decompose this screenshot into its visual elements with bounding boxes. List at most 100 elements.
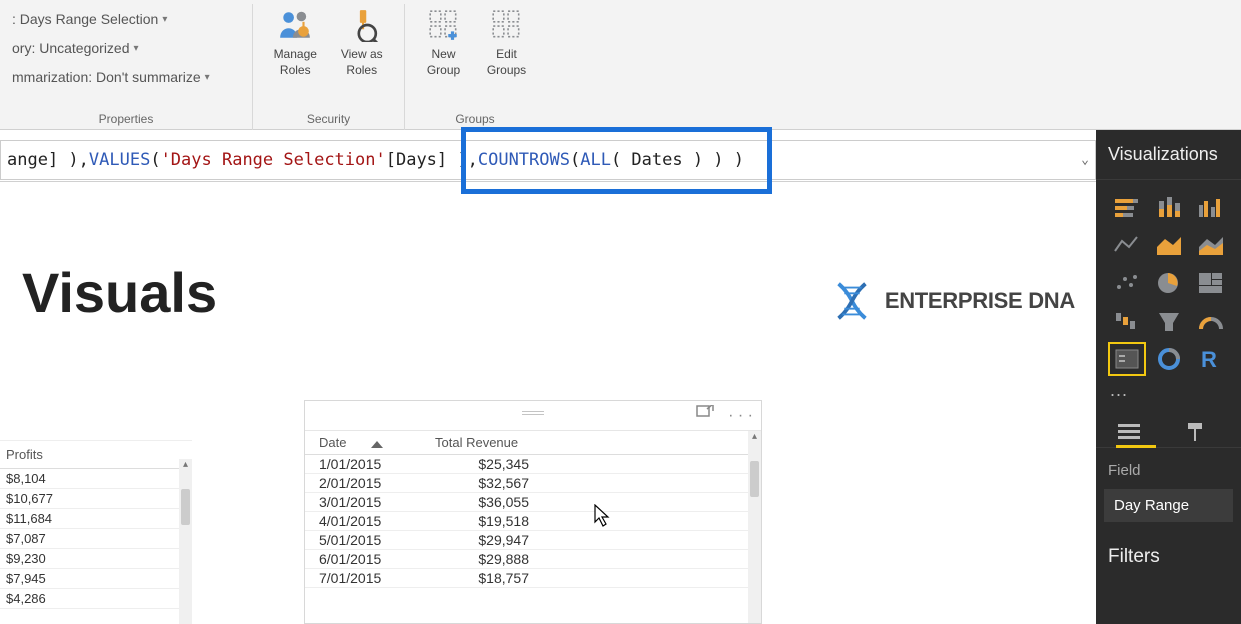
revenue-table-visual[interactable]: · · · Date Total Revenue 1/01/2015$25,34… bbox=[304, 400, 762, 624]
visualization-type-grid: R bbox=[1096, 180, 1241, 380]
profits-scrollbar[interactable]: ▴ bbox=[179, 459, 192, 624]
format-tab[interactable] bbox=[1182, 421, 1208, 443]
page-title: Visuals bbox=[22, 260, 217, 325]
list-item[interactable]: $7,945 bbox=[0, 569, 192, 589]
formula-text: ange] ), bbox=[7, 150, 89, 170]
date-cell: 1/01/2015 bbox=[305, 456, 435, 472]
chevron-down-icon bbox=[201, 62, 210, 91]
edit-groups-icon bbox=[490, 8, 524, 42]
table-row[interactable]: 3/01/2015$36,055 bbox=[305, 493, 761, 512]
list-item[interactable]: $9,230 bbox=[0, 549, 192, 569]
view-as-roles-label: View as Roles bbox=[341, 46, 383, 78]
revenue-cell: $18,757 bbox=[435, 570, 595, 586]
date-cell: 5/01/2015 bbox=[305, 532, 435, 548]
donut-chart-icon[interactable] bbox=[1152, 344, 1186, 374]
list-item[interactable]: $10,677 bbox=[0, 489, 192, 509]
table-row[interactable]: 2/01/2015$32,567 bbox=[305, 474, 761, 493]
new-group-button[interactable]: New Group bbox=[417, 6, 470, 80]
chevron-down-icon bbox=[158, 4, 167, 33]
r-visual-icon[interactable]: R bbox=[1194, 344, 1228, 374]
date-cell: 3/01/2015 bbox=[305, 494, 435, 510]
revenue-cell: $19,518 bbox=[435, 513, 595, 529]
groups-group-label: Groups bbox=[417, 108, 533, 126]
more-visuals-button[interactable]: ... bbox=[1096, 380, 1241, 411]
list-item[interactable]: $7,087 bbox=[0, 529, 192, 549]
groups-group: New Group Edit Groups Groups bbox=[405, 4, 545, 130]
gauge-chart-icon[interactable] bbox=[1194, 306, 1228, 336]
brand-logo: ENTERPRISE DNA bbox=[829, 278, 1075, 324]
table-scrollbar[interactable]: ▴ bbox=[748, 431, 761, 623]
security-group-label: Security bbox=[265, 108, 392, 126]
date-cell: 7/01/2015 bbox=[305, 570, 435, 586]
column-name-property[interactable]: : Days Range Selection bbox=[12, 4, 240, 33]
area-chart-icon[interactable] bbox=[1152, 230, 1186, 260]
ribbon: : Days Range Selection ory: Uncategorize… bbox=[0, 0, 1241, 130]
security-group: Manage Roles View as Roles Security bbox=[253, 4, 405, 130]
list-item[interactable]: $8,104 bbox=[0, 469, 192, 489]
manage-roles-icon bbox=[278, 8, 312, 42]
viz-tabs bbox=[1096, 411, 1241, 448]
visual-title-bar: · · · bbox=[305, 401, 761, 431]
revenue-cell: $29,888 bbox=[435, 551, 595, 567]
formula-text: ( bbox=[570, 150, 580, 170]
table-row[interactable]: 6/01/2015$29,888 bbox=[305, 550, 761, 569]
table-row[interactable]: 4/01/2015$19,518 bbox=[305, 512, 761, 531]
mouse-cursor-icon bbox=[594, 504, 612, 528]
list-item[interactable]: $4,286 bbox=[0, 589, 192, 609]
new-group-label: New Group bbox=[427, 46, 460, 78]
clustered-column-chart-icon[interactable] bbox=[1194, 192, 1228, 222]
table-row[interactable]: 7/01/2015$18,757 bbox=[305, 569, 761, 588]
properties-group: : Days Range Selection ory: Uncategorize… bbox=[0, 4, 253, 130]
treemap-icon[interactable] bbox=[1194, 268, 1228, 298]
table-row[interactable]: 1/01/2015$25,345 bbox=[305, 455, 761, 474]
scroll-up-icon[interactable]: ▴ bbox=[748, 431, 761, 445]
focus-mode-icon[interactable] bbox=[696, 405, 714, 426]
scrollbar-thumb[interactable] bbox=[181, 489, 190, 525]
new-group-icon bbox=[427, 8, 461, 42]
manage-roles-label: Manage Roles bbox=[274, 46, 317, 78]
scroll-up-icon[interactable]: ▴ bbox=[179, 459, 192, 473]
scrollbar-thumb[interactable] bbox=[750, 461, 759, 497]
view-as-roles-button[interactable]: View as Roles bbox=[332, 6, 393, 80]
table-body: 1/01/2015$25,3452/01/2015$32,5673/01/201… bbox=[305, 455, 761, 588]
revenue-cell: $36,055 bbox=[435, 494, 595, 510]
slicer-visual-icon[interactable] bbox=[1110, 344, 1144, 374]
waterfall-chart-icon[interactable] bbox=[1110, 306, 1144, 336]
pie-chart-icon[interactable] bbox=[1152, 268, 1186, 298]
revenue-cell: $32,567 bbox=[435, 475, 595, 491]
stacked-column-chart-icon[interactable] bbox=[1152, 192, 1186, 222]
profits-rows: $8,104$10,677$11,684$7,087$9,230$7,945$4… bbox=[0, 469, 192, 609]
formula-bar[interactable]: ange] ), VALUES ( 'Days Range Selection'… bbox=[0, 140, 1096, 180]
line-chart-icon[interactable] bbox=[1110, 230, 1144, 260]
scatter-chart-icon[interactable] bbox=[1110, 268, 1144, 298]
funnel-chart-icon[interactable] bbox=[1152, 306, 1186, 336]
sort-ascending-icon bbox=[371, 441, 383, 448]
dna-icon bbox=[829, 278, 875, 324]
table-row[interactable]: 5/01/2015$29,947 bbox=[305, 531, 761, 550]
summarization-property[interactable]: mmarization: Don't summarize bbox=[12, 62, 240, 91]
revenue-cell: $29,947 bbox=[435, 532, 595, 548]
fields-tab[interactable] bbox=[1116, 421, 1142, 443]
list-item[interactable]: $11,684 bbox=[0, 509, 192, 529]
grip-icon[interactable] bbox=[522, 411, 544, 417]
edit-groups-button[interactable]: Edit Groups bbox=[480, 6, 533, 80]
data-category-property[interactable]: ory: Uncategorized bbox=[12, 33, 240, 62]
formula-text: VALUES bbox=[89, 150, 150, 170]
profits-visual[interactable]: Profits $8,104$10,677$11,684$7,087$9,230… bbox=[0, 440, 192, 624]
date-column-header[interactable]: Date bbox=[305, 435, 435, 450]
formula-text: ( Dates ) ) ) bbox=[611, 150, 744, 170]
active-tab-underline bbox=[1116, 445, 1156, 448]
stacked-area-chart-icon[interactable] bbox=[1194, 230, 1228, 260]
stacked-bar-chart-icon[interactable] bbox=[1110, 192, 1144, 222]
manage-roles-button[interactable]: Manage Roles bbox=[265, 6, 326, 80]
field-well-day-range[interactable]: Day Range bbox=[1104, 489, 1233, 522]
edit-groups-label: Edit Groups bbox=[487, 46, 526, 78]
date-cell: 6/01/2015 bbox=[305, 551, 435, 567]
more-options-icon[interactable]: · · · bbox=[728, 407, 753, 425]
format-tab-icon bbox=[1182, 421, 1208, 443]
profits-header[interactable]: Profits bbox=[0, 441, 192, 469]
expand-formula-icon[interactable]: ⌄ bbox=[1081, 152, 1089, 167]
chevron-down-icon bbox=[130, 33, 139, 62]
formula-text: COUNTROWS bbox=[478, 150, 570, 170]
revenue-column-header[interactable]: Total Revenue bbox=[435, 435, 595, 450]
